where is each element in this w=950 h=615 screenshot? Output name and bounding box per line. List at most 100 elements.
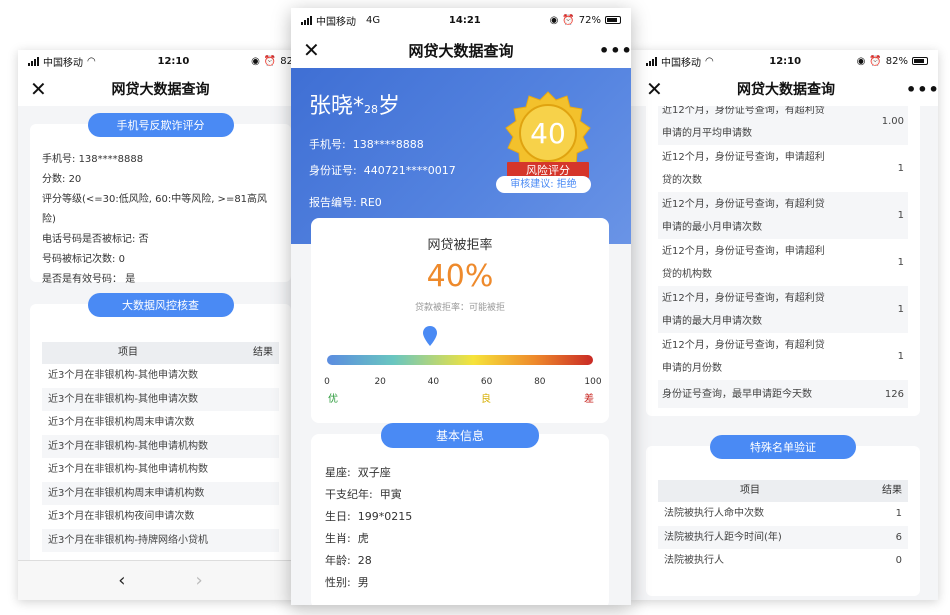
battery-level: 82%	[885, 55, 908, 67]
close-icon[interactable]: ✕	[646, 77, 666, 101]
rejection-gauge-bar	[327, 355, 593, 365]
info-label: 生肖:	[325, 532, 351, 545]
info-value: 甲寅	[379, 488, 402, 501]
alarm-icon: ⏰	[562, 14, 575, 26]
level-good-excellent: 优	[328, 394, 338, 405]
anti-fraud-card: 手机号反欺诈评分 手机号: 138****8888 分数: 20 评分等级(<=…	[30, 113, 291, 285]
more-icon[interactable]: •••	[599, 41, 631, 60]
table-row: 近3个月在非银机构周末申请次数	[48, 417, 195, 428]
section-pill: 大数据风控核查	[87, 293, 234, 317]
risk-table: 近3个月在非银机构-其他申请次数 近3个月在非银机构-其他申请次数 近3个月在非银机…	[42, 364, 279, 552]
table-row: 近12个月，身份证号查询，有超利贷 申请的最小月申请次数 1	[658, 192, 908, 239]
row-label-line1: 近12个月，身份证号查询，有超利贷	[662, 198, 825, 210]
row-value: 6	[895, 531, 902, 543]
table-row: 法院被执行人距今时间(年) 6	[658, 525, 908, 549]
close-icon[interactable]: ✕	[303, 38, 323, 62]
info-label: 生日:	[325, 510, 351, 523]
battery-level: 72%	[578, 14, 601, 26]
network: 4G	[366, 14, 381, 26]
title-bar: ✕ 网贷大数据查询 •••	[291, 32, 631, 68]
gauge-tick: 100	[584, 377, 602, 387]
rate-value: 40%	[426, 259, 494, 294]
user-name: 张晓*	[309, 94, 365, 119]
page-title: 网贷大数据查询	[408, 41, 514, 60]
row-label-line1: 近12个月，身份证号查询，申请超利	[662, 245, 825, 257]
section-pill: 基本信息	[381, 423, 539, 448]
basic-info-list: 星座: 双子座 干支纪年: 甲寅 生日: 199*0215 生肖: 虎年龄: 28 性别…	[311, 434, 609, 594]
info-row: 星座: 双子座	[311, 462, 609, 484]
signal-icon	[301, 15, 312, 25]
info-value: 虎	[357, 532, 369, 545]
forward-icon[interactable]: ›	[196, 570, 203, 591]
time: 12:10	[769, 55, 802, 67]
table-row: 近3个月在非银机构-其他申请机构数	[48, 464, 208, 475]
table-row: 近3个月在非银机构夜间申请次数	[48, 511, 195, 522]
more-icon[interactable]: •••	[906, 80, 938, 99]
badge-score: 40	[530, 117, 566, 150]
wifi-icon: ◠	[87, 55, 96, 67]
row-value: 1	[897, 257, 904, 268]
rejection-rate-card: 网贷被拒率 40% 贷款被拒率：可能被拒 0 20 40 60 80 100 优 良 差	[311, 218, 609, 423]
row-value: 1	[895, 508, 902, 519]
table-row: 身份证号查询，最早申请距今天数 126	[658, 380, 908, 408]
signal-icon	[28, 56, 39, 66]
row-label-line2: 贷的次数	[662, 174, 702, 186]
gauge-tick: 0	[324, 377, 330, 387]
table-row: 近3个月在非银机构-其他申请次数	[42, 387, 279, 411]
table-header: 项目 结果	[42, 342, 279, 364]
lock-rotation-icon: ◉	[251, 55, 260, 67]
info-label: 性别:	[325, 576, 351, 589]
row-value: 1	[897, 351, 904, 362]
info-row: 性别: 男	[311, 572, 609, 594]
row-label-line2: 贷的机构数	[662, 268, 712, 280]
time: 12:10	[157, 55, 190, 67]
row-label-line2: 申请的最小月申请次数	[662, 221, 762, 233]
left-phone-screen: 中国移动 ◠ 12:10 ◉ ⏰ 82 ✕ 网贷大数据查询 手机号反欺诈评分 手机号:…	[18, 50, 303, 600]
alarm-icon: ⏰	[869, 55, 882, 67]
risk-score-badge: 40 风险评分	[505, 91, 591, 178]
page-title: 网贷大数据查询	[111, 82, 210, 98]
table-row: 法院被执行人 0	[658, 549, 908, 573]
row-label-line1: 近12个月，身份证号查询，申请超利	[662, 151, 825, 163]
battery-icon	[912, 57, 928, 65]
carrier: 中国移动	[316, 16, 356, 28]
info-value: 28	[357, 554, 372, 567]
valid-row: 是否是有效号码： 是	[42, 274, 136, 285]
status-bar: 中国移动 ◠ 12:10 ◉ ⏰ 82	[18, 50, 303, 72]
user-age: 28	[364, 103, 379, 116]
info-row: 生日: 199*0215	[311, 506, 609, 528]
gauge-tick: 60	[480, 377, 493, 387]
section-pill: 特殊名单验证	[710, 435, 856, 459]
rate-title: 网贷被拒率	[427, 238, 493, 253]
row-value: 1	[897, 304, 904, 315]
row-value: 1.00	[881, 116, 904, 127]
row-value: 1	[897, 163, 904, 174]
section-pill: 手机号反欺诈评分	[87, 113, 234, 137]
table-row: 近12个月，身份证号查询，有超利贷 申请的最大月申请次数 1	[658, 286, 908, 333]
browser-nav: ‹ ›	[18, 560, 303, 600]
right-phone-screen: 中国移动 ◠ 12:10 ◉ ⏰ 82% ✕ 网贷大数据查询 ••• 近12个月，身份…	[628, 50, 938, 600]
info-value: 199*0215	[357, 510, 413, 523]
table-row: 近12个月，身份证号查询，申请超利 贷的机构数 1	[658, 239, 908, 286]
marked-row: 电话号码是否被标记: 否	[42, 234, 149, 245]
back-icon[interactable]: ‹	[118, 570, 125, 591]
close-icon[interactable]: ✕	[30, 77, 50, 101]
table-row: 近12个月，身份证号查询，有超利贷 申请的月份数 1	[658, 333, 908, 380]
basic-info-card: 基本信息 星座: 双子座 干支纪年: 甲寅 生日: 199*0215 生肖: 虎年龄:…	[311, 423, 609, 605]
alarm-icon: ⏰	[263, 55, 277, 67]
score-row: 分数: 20	[42, 174, 82, 185]
table-row: 近3个月在非银机构-持牌网络小贷机	[42, 528, 279, 552]
row-value: 126	[884, 388, 904, 400]
info-value: 男	[357, 576, 369, 589]
title-bar: ✕ 网贷大数据查询 •••	[628, 72, 938, 106]
table-row: 近12个月，身份证号查询，申请超利 贷的次数 1	[658, 145, 908, 192]
info-label: 干支纪年:	[325, 488, 373, 501]
info-value: 双子座	[357, 466, 391, 479]
signal-icon	[646, 56, 657, 66]
row-label: 法院被执行人	[664, 555, 724, 566]
wifi-icon: ◠	[705, 55, 714, 67]
info-label: 星座:	[325, 466, 351, 479]
table-header: 项目 结果	[658, 480, 908, 502]
risk-card: 大数据风控核查 项目 结果 近3个月在非银机构-其他申请次数 近3个月在非银机构-其…	[30, 293, 291, 600]
table-row: 近3个月在非银机构周末申请机构数	[42, 481, 279, 505]
